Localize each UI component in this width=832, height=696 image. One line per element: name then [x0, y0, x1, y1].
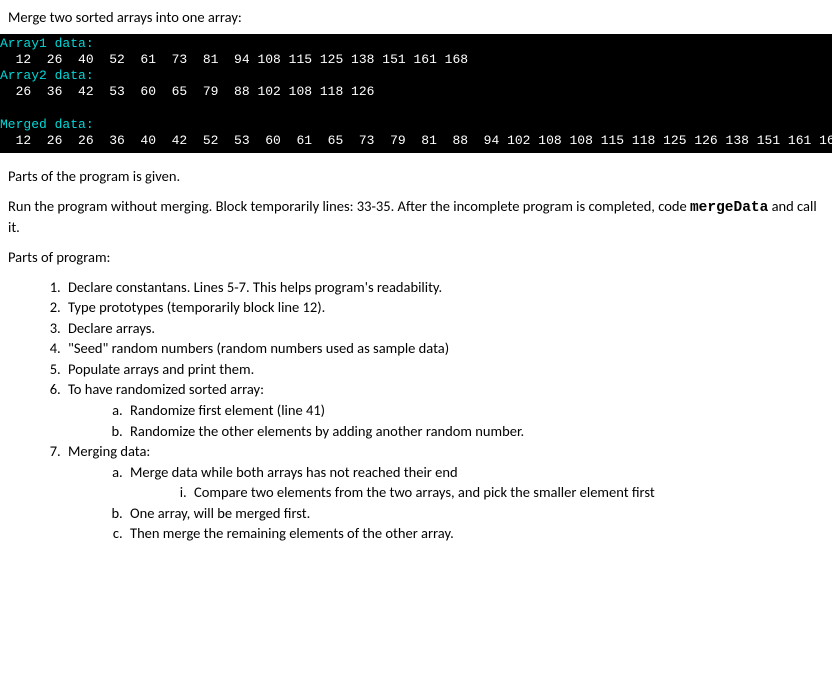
- paragraph-3: Parts of program:: [8, 248, 824, 268]
- step-6-text: To have randomized sorted array:: [68, 380, 264, 398]
- paragraph-2: Run the program without merging. Block t…: [8, 197, 824, 238]
- step-7-sublist: Merge data while both arrays has not rea…: [68, 463, 824, 544]
- step-7b: One array, will be merged first.: [126, 504, 824, 524]
- step-6b: Randomize the other elements by adding a…: [126, 422, 824, 442]
- step-1: Declare constantans. Lines 5-7. This hel…: [64, 278, 824, 298]
- step-7c: Then merge the remaining elements of the…: [126, 524, 824, 544]
- array2-label: Array2 data:: [0, 68, 832, 84]
- merged-values: 12 26 26 36 40 42 52 53 60 61 65 73 79 8…: [0, 133, 832, 149]
- array2-values: 26 36 42 53 60 65 79 88 102 108 118 126: [0, 84, 832, 100]
- step-6: To have randomized sorted array: Randomi…: [64, 380, 824, 441]
- step-7: Merging data: Merge data while both arra…: [64, 442, 824, 544]
- step-7ai: Compare two elements from the two arrays…: [190, 483, 824, 503]
- step-7a-text: Merge data while both arrays has not rea…: [130, 463, 458, 481]
- code-mergeData: mergeData: [690, 200, 768, 216]
- step-6-sublist: Randomize first element (line 41) Random…: [68, 401, 824, 441]
- array1-label: Array1 data:: [0, 36, 832, 52]
- intro-text: Merge two sorted arrays into one array:: [8, 8, 824, 28]
- step-7a: Merge data while both arrays has not rea…: [126, 463, 824, 503]
- step-3: Declare arrays.: [64, 319, 824, 339]
- terminal-output: Array1 data: 12 26 40 52 61 73 81 94 108…: [0, 34, 832, 154]
- paragraph-1: Parts of the program is given.: [8, 167, 824, 187]
- steps-list: Declare constantans. Lines 5-7. This hel…: [8, 278, 824, 544]
- step-5: Populate arrays and print them.: [64, 360, 824, 380]
- step-7-text: Merging data:: [68, 442, 150, 460]
- merged-label: Merged data:: [0, 117, 832, 133]
- step-2: Type prototypes (temporarily block line …: [64, 298, 824, 318]
- array1-values: 12 26 40 52 61 73 81 94 108 115 125 138 …: [0, 52, 832, 68]
- paragraph-2a: Run the program without merging. Block t…: [8, 197, 690, 215]
- step-7a-sublist: Compare two elements from the two arrays…: [130, 483, 824, 503]
- step-6a: Randomize first element (line 41): [126, 401, 824, 421]
- step-4: "Seed" random numbers (random numbers us…: [64, 339, 824, 359]
- blank-line: [0, 101, 832, 117]
